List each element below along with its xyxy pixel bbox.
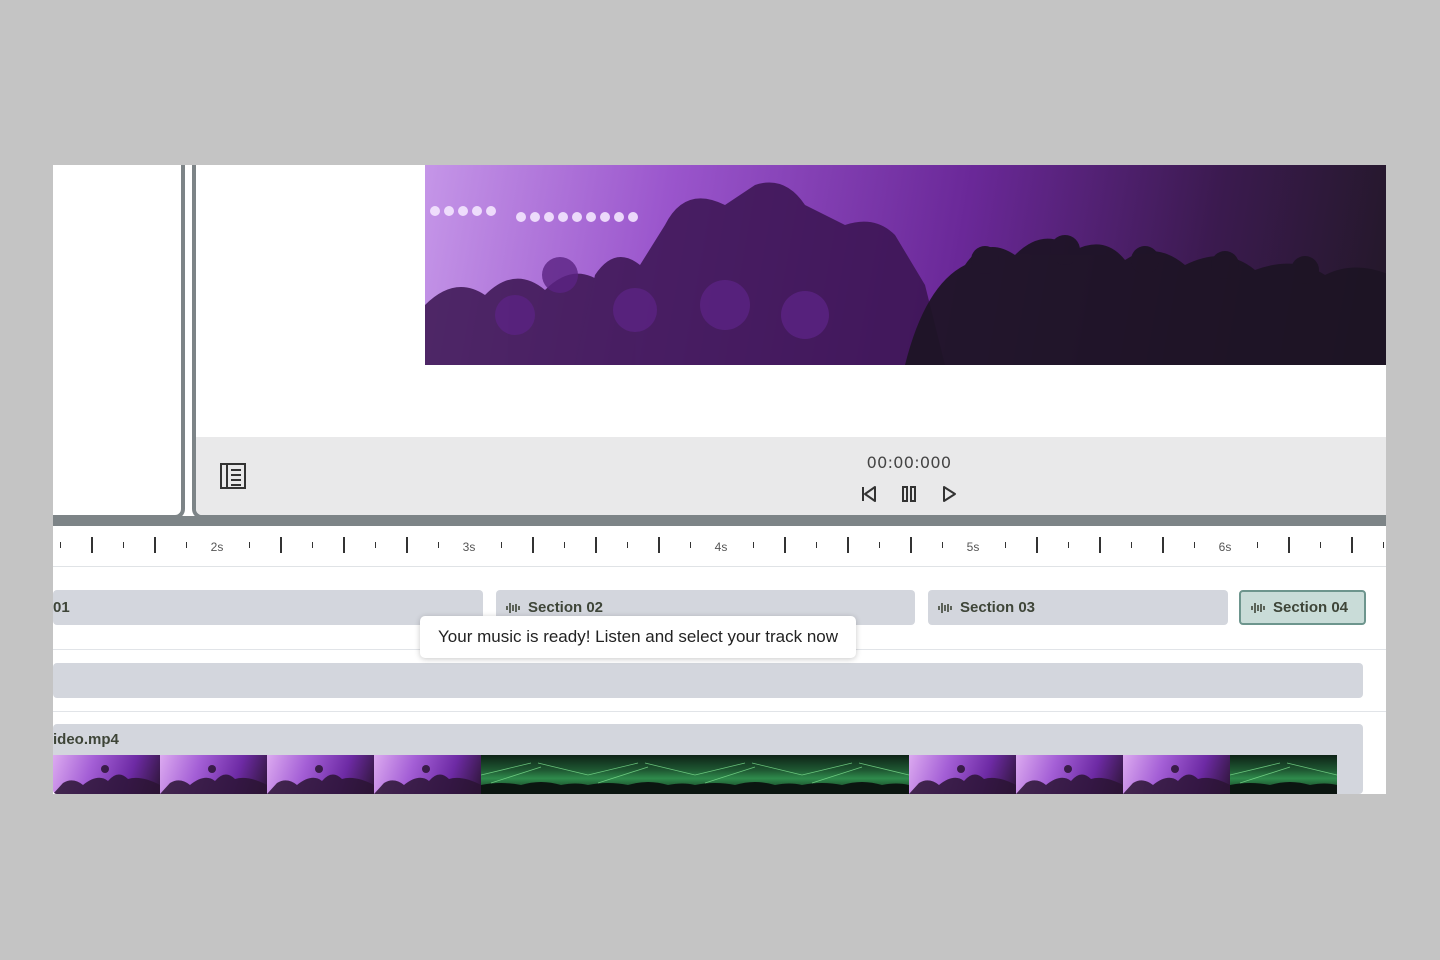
video-thumbnail xyxy=(160,755,267,794)
section-label: Section 03 xyxy=(960,599,1036,616)
ruler-tick xyxy=(1256,542,1258,548)
video-thumbnail xyxy=(588,755,695,794)
video-thumbnail xyxy=(267,755,374,794)
ruler-tick xyxy=(59,542,61,548)
timeline-ruler[interactable]: 2s 3s 4s 5s 6s xyxy=(53,526,1386,567)
ruler-tick xyxy=(1162,537,1164,553)
music-track-bar[interactable] xyxy=(53,663,1363,698)
video-thumbnail xyxy=(481,755,588,794)
ruler-tick xyxy=(406,537,408,553)
ruler-tick xyxy=(1130,542,1132,548)
ruler-tick xyxy=(1099,537,1101,553)
concert-crowd-image xyxy=(425,182,1386,365)
video-thumbnails xyxy=(53,755,1337,794)
ruler-tick xyxy=(154,537,156,553)
ruler-tick xyxy=(437,542,439,548)
ruler-label: 5s xyxy=(966,540,980,554)
ruler-label: 4s xyxy=(714,540,728,554)
section-chip-03[interactable]: Section 03 xyxy=(928,590,1228,625)
ruler-tick xyxy=(847,537,849,553)
video-track[interactable]: ideo.mp4 xyxy=(53,724,1363,794)
ruler-tick xyxy=(248,542,250,548)
play-icon[interactable] xyxy=(938,483,960,505)
video-thumbnail xyxy=(802,755,909,794)
video-clip-name: ideo.mp4 xyxy=(53,731,119,748)
ruler-tick xyxy=(311,542,313,548)
panel-divider xyxy=(53,516,1386,526)
ruler-tick xyxy=(1067,542,1069,548)
video-thumbnail xyxy=(374,755,481,794)
ruler-tick xyxy=(910,537,912,553)
ruler-label: 6s xyxy=(1218,540,1232,554)
preview-panel: 00:00:000 xyxy=(192,165,1386,519)
video-thumbnail xyxy=(909,755,1016,794)
ruler-tick xyxy=(563,542,565,548)
ruler-label: 3s xyxy=(462,540,476,554)
playback-controls-bar: 00:00:000 xyxy=(196,437,1386,515)
ruler-tick xyxy=(532,537,534,553)
left-sidebar-panel xyxy=(53,165,185,519)
ruler-tick xyxy=(185,542,187,548)
ruler-tick xyxy=(626,542,628,548)
pause-icon[interactable] xyxy=(898,483,920,505)
video-preview[interactable] xyxy=(425,165,1386,365)
skip-back-icon[interactable] xyxy=(858,483,880,505)
waveform-icon xyxy=(506,602,522,614)
transport-buttons xyxy=(858,483,960,505)
ruler-tick xyxy=(658,537,660,553)
ruler-tick xyxy=(343,537,345,553)
video-thumbnail xyxy=(53,755,160,794)
ruler-tick xyxy=(91,537,93,553)
ruler-tick xyxy=(1004,542,1006,548)
ruler-tick xyxy=(941,542,943,548)
ruler-tick xyxy=(878,542,880,548)
ruler-tick xyxy=(374,542,376,548)
ruler-tick xyxy=(752,542,754,548)
ruler-tick xyxy=(1288,537,1290,553)
ruler-tick xyxy=(1036,537,1038,553)
video-thumbnail xyxy=(1230,755,1337,794)
section-chip-01[interactable]: 01 xyxy=(53,590,483,625)
editor-window: 00:00:000 2s 3s 4s 5s 6s 01 Section 02 S… xyxy=(53,165,1386,794)
ruler-tick xyxy=(500,542,502,548)
video-thumbnail xyxy=(695,755,802,794)
ruler-tick xyxy=(122,542,124,548)
ruler-tick xyxy=(595,537,597,553)
timecode-display: 00:00:000 xyxy=(866,453,952,472)
ruler-tick xyxy=(784,537,786,553)
video-thumbnail xyxy=(1016,755,1123,794)
ruler-label: 2s xyxy=(210,540,224,554)
video-thumbnail xyxy=(1123,755,1230,794)
ruler-tick xyxy=(1351,537,1353,553)
ruler-tick xyxy=(815,542,817,548)
section-chip-04[interactable]: Section 04 xyxy=(1239,590,1366,625)
music-ready-tooltip: Your music is ready! Listen and select y… xyxy=(420,616,857,658)
ruler-tick xyxy=(280,537,282,553)
waveform-icon xyxy=(1251,602,1267,614)
section-label: Section 02 xyxy=(528,599,604,616)
ruler-tick xyxy=(1193,542,1195,548)
waveform-icon xyxy=(938,602,954,614)
ruler-tick xyxy=(1382,542,1384,548)
ruler-tick xyxy=(689,542,691,548)
ruler-tick xyxy=(1319,542,1321,548)
track-divider xyxy=(53,711,1386,712)
section-label: 01 xyxy=(53,599,70,616)
section-label: Section 04 xyxy=(1273,599,1349,616)
